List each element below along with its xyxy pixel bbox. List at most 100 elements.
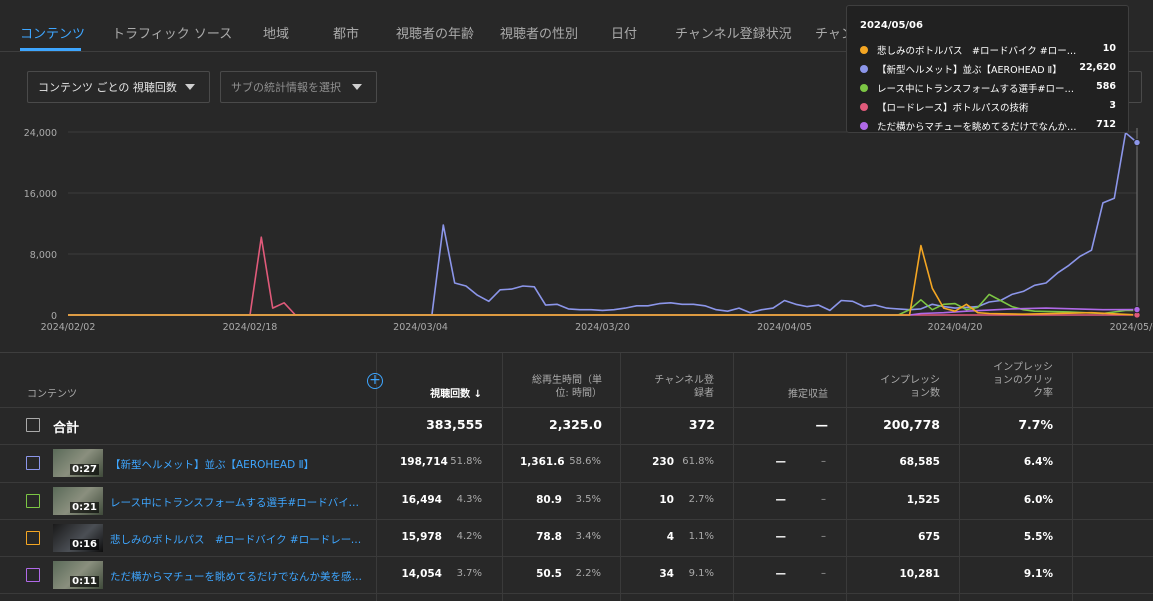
row-checkbox[interactable] [26,456,40,470]
x-tick-label: 2024/02/02 [41,322,96,333]
tooltip-row-value: 3 [1109,100,1116,111]
watch-time-percent: 3.4% [575,531,601,542]
y-tick-label: 16,000 [24,189,57,200]
tooltip-row: レース中にトランスフォームする選手#ロードバイク 586 [860,81,1118,95]
active-tab-indicator [20,48,81,51]
ctr-value: 6.0% [1023,494,1053,506]
watch-time-value: 78.8 [536,531,562,543]
watch-time-value: 1,361.6 [520,456,565,468]
watch-time-value: 50.5 [536,568,562,580]
tab-city[interactable]: 都市 [333,23,359,42]
sub-metric-select-label: サブの統計情報を選択 [231,81,341,94]
column-header-watch-time[interactable]: 総再生時間（単位: 時間） [528,374,602,400]
series-dot-icon [860,84,868,92]
series-line [68,131,1138,316]
revenue-value: — [775,494,787,506]
revenue-percent: – [821,531,826,542]
table-row[interactable]: 0:11 ただ横からマチューを眺めてるだけでなんか美を感じる 14,054 3.… [0,557,1153,594]
sub-metric-select[interactable]: サブの統計情報を選択 [220,71,377,103]
views-value: 14,054 [401,568,442,580]
series-dot-icon [860,65,868,73]
tab-date[interactable]: 日付 [611,23,637,42]
video-thumbnail[interactable]: 0:27 [53,449,103,477]
tooltip-row: 悲しみのボトルパス #ロードバイク #ロードレース 10 [860,43,1118,57]
subscribers-value: 34 [659,568,674,580]
x-tick-label: 2024/04/20 [928,322,983,333]
watch-time-value: 80.9 [536,494,562,506]
column-header-revenue[interactable]: 推定収益 [760,388,828,401]
column-header-ctr[interactable]: インプレッションのクリック率 [985,361,1053,400]
table-row[interactable]: 0:27 【新型ヘルメット】並ぶ【AEROHEAD Ⅱ】 198,714 51.… [0,445,1153,482]
video-title-link[interactable]: 【新型ヘルメット】並ぶ【AEROHEAD Ⅱ】 [110,457,368,472]
y-tick-label: 0 [51,311,57,322]
metric-select[interactable]: コンテンツ ごとの 視聴回数 [27,71,210,103]
total-subscribers: 372 [688,417,715,432]
views-value: 198,714 [400,456,448,468]
ctr-value: 9.1% [1023,568,1053,580]
impressions-value: 1,525 [906,494,940,506]
subscribers-value: 4 [666,531,674,543]
tab-region[interactable]: 地域 [263,23,289,42]
total-impressions: 200,778 [883,417,940,432]
row-checkbox[interactable] [26,531,40,545]
column-header-subscribers[interactable]: チャンネル登録者 [650,374,714,400]
chart-tooltip: 2024/05/06 悲しみのボトルパス #ロードバイク #ロードレース 10 … [846,5,1129,133]
video-thumbnail[interactable]: 0:21 [53,487,103,515]
video-thumbnail[interactable]: 0:11 [53,561,103,589]
tab-subscription-status[interactable]: チャンネル登録状況 [675,23,792,42]
tab-viewer-gender[interactable]: 視聴者の性別 [500,23,578,42]
x-tick-label: 2024/04/05 [757,322,812,333]
tab-content[interactable]: コンテンツ [20,23,85,42]
revenue-percent: – [821,568,826,579]
total-label: 合計 [53,421,80,436]
watch-time-percent: 3.5% [575,494,601,505]
row-checkbox[interactable] [26,568,40,582]
views-percent: 51.8% [450,456,482,467]
watch-time-percent: 2.2% [575,568,601,579]
revenue-value: — [775,568,787,580]
views-value: 16,494 [401,494,442,506]
table-row[interactable]: 0:21 レース中にトランスフォームする選手#ロードバイク #ロードレース 16… [0,483,1153,520]
tooltip-row: 【新型ヘルメット】並ぶ【AEROHEAD Ⅱ】 22,620 [860,62,1118,76]
total-views: 383,555 [426,417,483,432]
series-dot-icon [860,103,868,111]
impressions-value: 68,585 [899,456,940,468]
x-tick-label: 2024/03/04 [393,322,448,333]
impressions-value: 10,281 [899,568,940,580]
column-header-views[interactable]: 視聴回数 ↓ [400,388,482,401]
tooltip-row-value: 712 [1096,119,1116,130]
tooltip-row-value: 22,620 [1079,62,1116,73]
views-percent: 4.3% [456,494,482,505]
video-title-link[interactable]: レース中にトランスフォームする選手#ロードバイク #ロードレース [110,495,368,510]
video-title-link[interactable]: 悲しみのボトルパス #ロードバイク #ロードレース #自転車 [110,532,368,547]
y-tick-label: 8,000 [30,250,57,261]
table-row[interactable]: 0:16 悲しみのボトルパス #ロードバイク #ロードレース #自転車 15,9… [0,520,1153,557]
series-dot-icon [860,122,868,130]
revenue-value: — [775,531,787,543]
video-title-link[interactable]: ただ横からマチューを眺めてるだけでなんか美を感じる [110,569,368,584]
video-duration: 0:21 [70,502,99,513]
views-line-chart: 24,000 16,000 8,000 02024/02/02 2024/02/18 20… [24,128,1153,333]
add-column-icon[interactable]: + [367,373,383,389]
subscribers-percent: 61.8% [682,456,714,467]
tab-viewer-age[interactable]: 視聴者の年齢 [396,23,474,42]
subscribers-percent: 1.1% [688,531,714,542]
series-dot-icon [860,46,868,54]
series-line [68,236,1137,316]
tooltip-row-label: 悲しみのボトルパス #ロードバイク #ロードレース [877,46,1077,57]
video-duration: 0:16 [70,539,99,550]
tab-traffic-source[interactable]: トラフィック ソース [112,23,232,42]
caret-down-icon [185,84,195,90]
row-checkbox[interactable] [26,494,40,508]
x-tick-label: 2024/03/20 [575,322,630,333]
views-value: 15,978 [401,531,442,543]
tooltip-row: ただ横からマチューを眺めてるだけでなんか美を感じる 712 [860,119,1118,133]
column-header-impressions[interactable]: インプレッション数 [872,374,940,400]
tooltip-row: 【ロードレース】ボトルパスの技術 3 [860,100,1118,114]
select-all-checkbox[interactable] [26,418,40,432]
tooltip-row-value: 586 [1096,81,1116,92]
tooltip-row-label: 【ロードレース】ボトルパスの技術 [877,103,1029,114]
x-tick-label: 2024/05/06 [1110,322,1153,333]
subscribers-value: 10 [659,494,674,506]
video-thumbnail[interactable]: 0:16 [53,524,103,552]
